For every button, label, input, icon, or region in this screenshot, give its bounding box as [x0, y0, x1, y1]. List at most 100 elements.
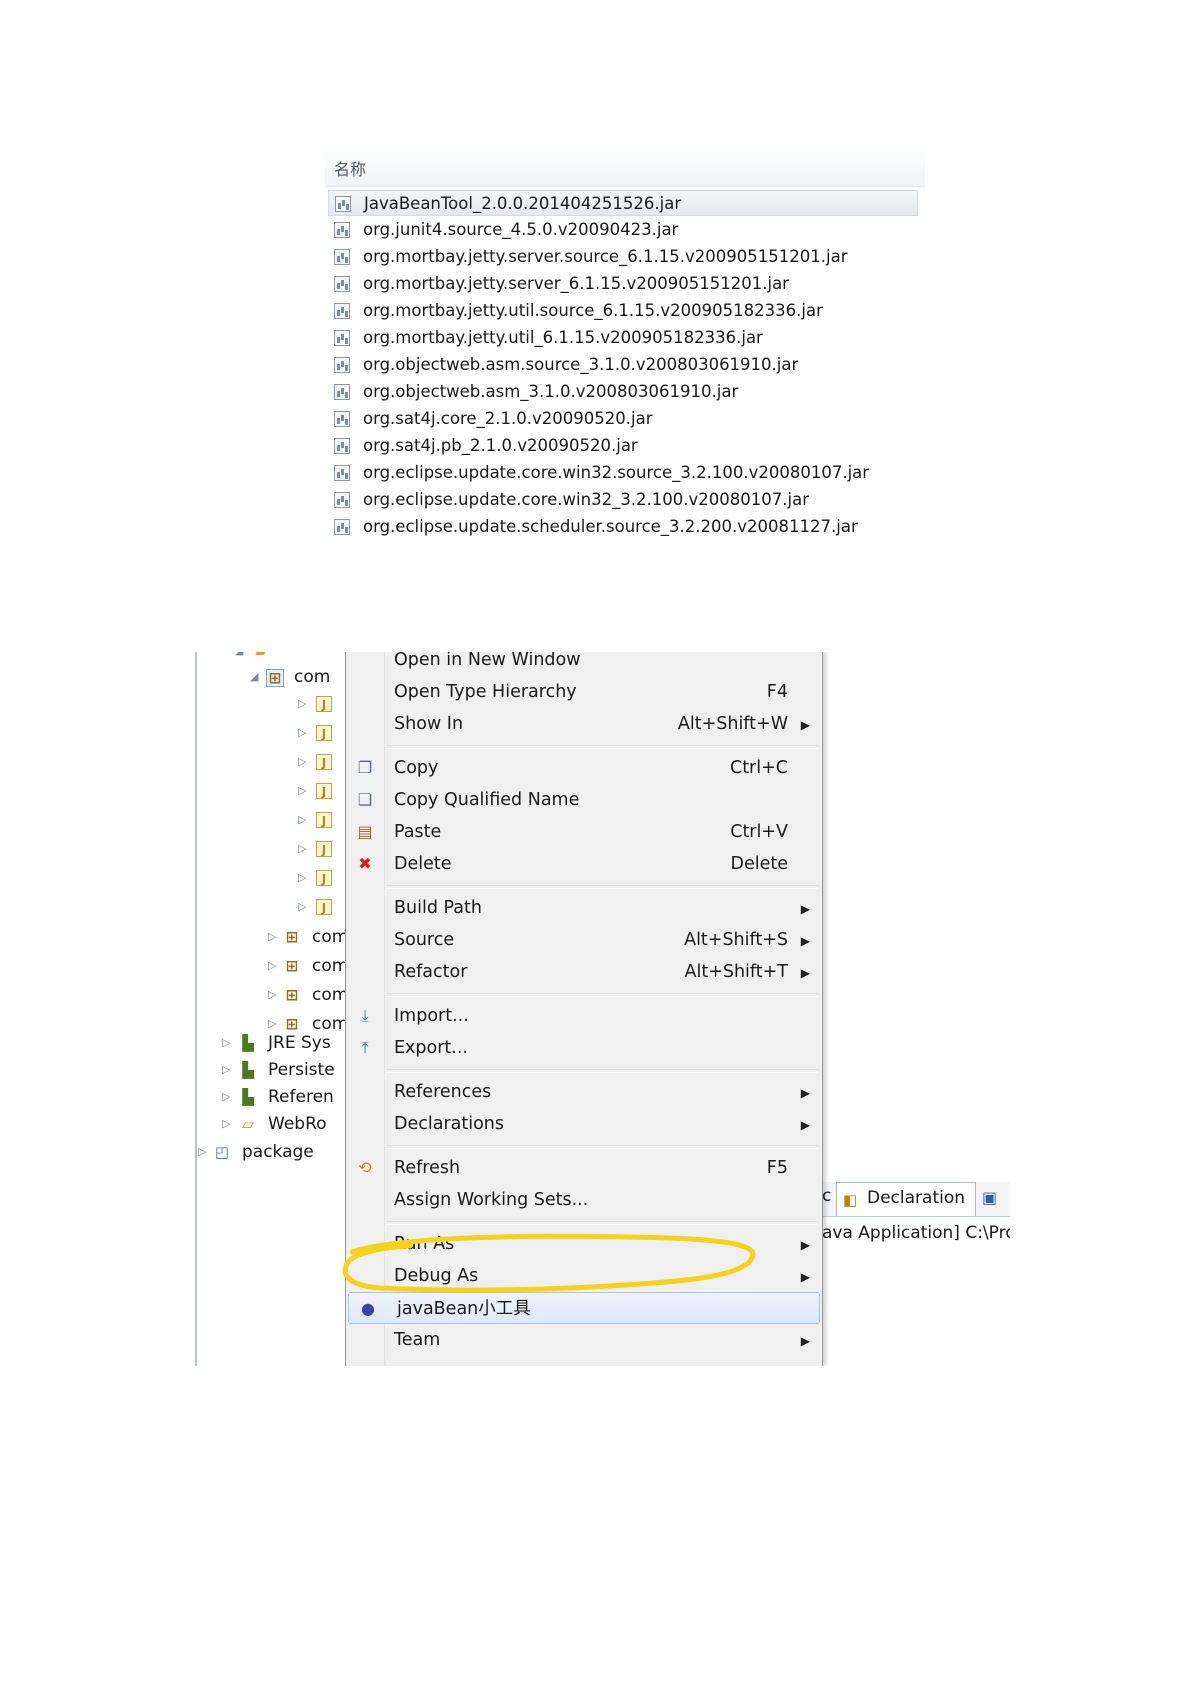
menu-item-delete[interactable]: ✖ Delete Delete	[346, 848, 822, 880]
eclipse-window: ◢ ▰ ◢ ⊞ com ▷J▷J▷J▷J▷J▷J▷J▷J ▷⊞com▷⊞com▷…	[190, 652, 1010, 1366]
tree-item-package-selected[interactable]: ◢ ⊞ com	[250, 664, 350, 690]
expand-triangle-icon[interactable]: ▷	[298, 720, 306, 746]
menu-item-open-type-hierarchy[interactable]: Open Type Hierarchy F4	[346, 676, 822, 708]
delete-icon: ✖	[358, 854, 372, 873]
menu-item-javabean[interactable]: ● javaBean小工具	[348, 1292, 820, 1324]
menu-item-shortcut: F5	[766, 1158, 788, 1178]
expand-triangle-icon[interactable]: ▷	[268, 982, 276, 1008]
file-name: org.mortbay.jetty.util.source_6.1.15.v20…	[363, 301, 823, 320]
submenu-arrow-icon: ▶	[800, 1086, 810, 1100]
file-row[interactable]: org.objectweb.asm.source_3.1.0.v20080306…	[328, 352, 918, 378]
menu-separator	[386, 745, 818, 749]
expand-triangle-icon[interactable]: ▷	[268, 953, 276, 979]
menu-item-copy-qualified-name[interactable]: ❏ Copy Qualified Name	[346, 784, 822, 816]
file-row[interactable]: org.objectweb.asm_3.1.0.v200803061910.ja…	[328, 379, 918, 405]
package-explorer: ◢ ▰ ◢ ⊞ com ▷J▷J▷J▷J▷J▷J▷J▷J ▷⊞com▷⊞com▷…	[190, 652, 350, 1366]
menu-item-import[interactable]: ⤓ Import...	[346, 1000, 822, 1032]
package-icon: ⊞	[285, 928, 299, 946]
file-row[interactable]: org.eclipse.update.core.win32_3.2.100.v2…	[328, 487, 918, 513]
file-name: org.eclipse.update.core.win32_3.2.100.v2…	[363, 490, 810, 509]
jar-file-icon	[334, 222, 350, 238]
menu-item-show-in[interactable]: Show In Alt+Shift+W ▶	[346, 708, 822, 740]
plugin-icon: ●	[361, 1299, 375, 1318]
jar-file-icon	[334, 465, 350, 481]
file-row[interactable]: org.junit4.source_4.5.0.v20090423.jar	[328, 217, 918, 243]
file-row[interactable]: org.mortbay.jetty.util_6.1.15.v200905182…	[328, 325, 918, 351]
menu-item-label: javaBean小工具	[397, 1299, 531, 1319]
expand-triangle-icon[interactable]: ▷	[222, 1084, 230, 1110]
expand-triangle-icon[interactable]: ▷	[298, 836, 306, 862]
context-menu: Open in New Window Open Type Hierarchy F4 S…	[345, 652, 823, 1366]
tree-item-label: JRE Sys	[268, 1033, 331, 1053]
tree-item-package[interactable]: ▷ ⊞ com	[268, 982, 350, 1008]
menu-item-paste[interactable]: ▤ Paste Ctrl+V	[346, 816, 822, 848]
menu-item-run-as[interactable]: Run As ▶	[346, 1228, 822, 1260]
submenu-arrow-icon: ▶	[800, 1334, 810, 1348]
file-row[interactable]: org.sat4j.pb_2.1.0.v20090520.jar	[328, 433, 918, 459]
jar-file-icon	[334, 519, 350, 535]
jar-file-icon	[335, 196, 351, 212]
tree-item-label: com	[294, 667, 331, 687]
expand-triangle-icon[interactable]: ▷	[298, 894, 306, 920]
name-column-header[interactable]: 名称	[325, 152, 925, 187]
collapse-triangle-icon[interactable]: ◢	[235, 652, 243, 664]
menu-item-team[interactable]: Team ▶	[346, 1324, 822, 1356]
menu-item-source[interactable]: Source Alt+Shift+S ▶	[346, 924, 822, 956]
menu-item-assign-working-sets[interactable]: Assign Working Sets...	[346, 1184, 822, 1216]
tab-partial[interactable]: c	[822, 1186, 831, 1206]
menu-item-references[interactable]: References ▶	[346, 1076, 822, 1108]
file-row[interactable]: org.eclipse.update.scheduler.source_3.2.…	[328, 514, 918, 540]
expand-triangle-icon[interactable]: ▷	[198, 1139, 206, 1165]
tree-item-package[interactable]: ▷ ⊞ com	[268, 953, 350, 979]
tree-item-label: com	[312, 927, 349, 947]
expand-triangle-icon[interactable]: ▷	[298, 691, 306, 717]
expand-triangle-icon[interactable]: ▷	[298, 778, 306, 804]
expand-triangle-icon[interactable]: ▷	[222, 1030, 230, 1056]
file-name: org.objectweb.asm_3.1.0.v200803061910.ja…	[363, 382, 739, 401]
menu-item-refactor[interactable]: Refactor Alt+Shift+T ▶	[346, 956, 822, 988]
console-icon[interactable]: ▣	[982, 1188, 997, 1207]
file-row[interactable]: org.mortbay.jetty.util.source_6.1.15.v20…	[328, 298, 918, 324]
library-icon: ▙	[242, 1061, 254, 1079]
submenu-arrow-icon: ▶	[800, 718, 810, 732]
menu-item-export[interactable]: ⤒ Export...	[346, 1032, 822, 1064]
view-border	[195, 652, 197, 1366]
expand-triangle-icon[interactable]: ▷	[222, 1057, 230, 1083]
menu-item-open-in-new-window[interactable]: Open in New Window	[346, 652, 822, 676]
file-row[interactable]: org.eclipse.update.core.win32.source_3.2…	[328, 460, 918, 486]
menu-item-shortcut: Ctrl+C	[729, 758, 788, 778]
menu-item-debug-as[interactable]: Debug As ▶	[346, 1260, 822, 1292]
tree-item-package[interactable]: ▷ ⊞ com	[268, 924, 350, 950]
file-name: org.mortbay.jetty.server.source_6.1.15.v…	[363, 247, 848, 266]
file-row[interactable]: org.mortbay.jetty.server_6.1.15.v2009051…	[328, 271, 918, 297]
jar-file-icon	[334, 330, 350, 346]
expand-triangle-icon[interactable]: ▷	[298, 749, 306, 775]
expand-triangle-icon[interactable]: ▷	[268, 924, 276, 950]
expand-triangle-icon[interactable]: ▷	[222, 1111, 230, 1137]
menu-item-build-path[interactable]: Build Path ▶	[346, 892, 822, 924]
tab-declaration[interactable]: ◧ Declaration	[836, 1182, 976, 1216]
file-row[interactable]: org.sat4j.core_2.1.0.v20090520.jar	[328, 406, 918, 432]
file-row[interactable]: org.mortbay.jetty.server.source_6.1.15.v…	[328, 244, 918, 270]
file-row[interactable]: JavaBeanTool_2.0.0.201404251526.jar	[328, 190, 918, 216]
tab-declaration-label: Declaration	[867, 1188, 966, 1208]
menu-item-label: Copy	[394, 758, 439, 778]
menu-item-declarations[interactable]: Declarations ▶	[346, 1108, 822, 1140]
file-name: org.eclipse.update.scheduler.source_3.2.…	[363, 517, 858, 536]
menu-item-label: Refactor	[394, 962, 468, 982]
menu-separator	[386, 1069, 818, 1073]
menu-item-label: Delete	[394, 854, 452, 874]
file-name: org.eclipse.update.core.win32.source_3.2…	[363, 463, 870, 482]
menu-item-refresh[interactable]: ⟲ Refresh F5	[346, 1152, 822, 1184]
file-name: org.objectweb.asm.source_3.1.0.v20080306…	[363, 355, 799, 374]
java-file-icon: J	[316, 899, 332, 915]
paste-icon: ▤	[357, 822, 373, 841]
java-file-icon: J	[316, 841, 332, 857]
menu-item-copy[interactable]: ❐ Copy Ctrl+C	[346, 752, 822, 784]
library-icon: ▙	[242, 1088, 254, 1106]
menu-item-label: Import...	[394, 1006, 469, 1026]
expand-triangle-icon[interactable]: ▷	[298, 865, 306, 891]
expand-triangle-icon[interactable]: ▷	[298, 807, 306, 833]
declaration-icon: ◧	[843, 1191, 858, 1209]
collapse-triangle-icon[interactable]: ◢	[250, 664, 258, 690]
